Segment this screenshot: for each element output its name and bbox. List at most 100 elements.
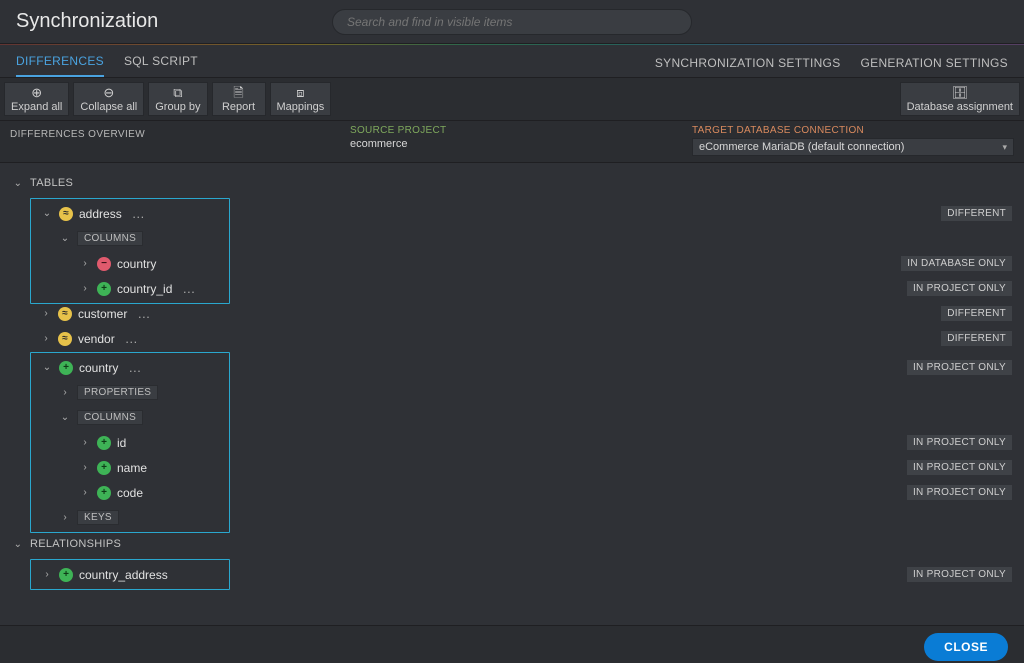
chevron-right-icon: › bbox=[59, 512, 71, 523]
node-label: country bbox=[117, 257, 156, 271]
expand-icon: ⊕ bbox=[31, 86, 42, 99]
columns-tag: COLUMNS bbox=[77, 231, 143, 246]
differences-tree: ⌄ TABLES ⌄ ≈ address … ⌄ COLUMNS › − cou… bbox=[0, 163, 1024, 625]
tab-differences[interactable]: DIFFERENCES bbox=[16, 54, 104, 77]
chevron-down-icon: ⌄ bbox=[59, 412, 71, 423]
tabs-left: DIFFERENCES SQL SCRIPT bbox=[16, 54, 198, 77]
section-relationships[interactable]: ⌄ RELATIONSHIPS bbox=[12, 530, 1012, 558]
status-badge: IN PROJECT ONLY bbox=[907, 485, 1012, 500]
report-label: Report bbox=[222, 101, 255, 113]
chevron-down-icon: ⌄ bbox=[59, 233, 71, 244]
status-badge: IN DATABASE ONLY bbox=[901, 256, 1012, 271]
footer: CLOSE bbox=[0, 625, 1024, 663]
node-label: code bbox=[117, 486, 143, 500]
status-badge: IN PROJECT ONLY bbox=[907, 435, 1012, 450]
more-icon[interactable]: … bbox=[178, 281, 199, 296]
node-label: country bbox=[79, 361, 118, 375]
search-input[interactable] bbox=[332, 9, 692, 35]
properties-tag: PROPERTIES bbox=[77, 385, 158, 400]
badge-row bbox=[12, 226, 1012, 251]
tab-generation-settings[interactable]: GENERATION SETTINGS bbox=[861, 56, 1009, 77]
search-container bbox=[332, 9, 692, 35]
database-assignment-label: Database assignment bbox=[907, 101, 1013, 113]
node-label: vendor bbox=[78, 332, 115, 346]
change-icon: ≈ bbox=[58, 307, 72, 321]
add-icon: + bbox=[97, 486, 111, 500]
keys-tag: KEYS bbox=[77, 510, 119, 525]
page-title: Synchronization bbox=[16, 10, 158, 33]
node-label: country_id bbox=[117, 282, 172, 296]
collapse-all-button[interactable]: ⊖ Collapse all bbox=[73, 82, 144, 116]
tabs-right: SYNCHRONIZATION SETTINGS GENERATION SETT… bbox=[655, 56, 1008, 77]
chevron-right-icon: › bbox=[40, 333, 52, 344]
toolbar: ⊕ Expand all ⊖ Collapse all ⧉ Group by 🗎… bbox=[0, 77, 1024, 121]
chevron-down-icon: ⌄ bbox=[41, 362, 53, 373]
window-header: Synchronization bbox=[0, 0, 1024, 44]
status-badge: DIFFERENT bbox=[941, 331, 1012, 346]
columns-tag: COLUMNS bbox=[77, 410, 143, 425]
report-icon: 🗎 bbox=[233, 86, 243, 99]
mappings-icon: ⧈ bbox=[296, 86, 304, 99]
expand-all-button[interactable]: ⊕ Expand all bbox=[4, 82, 69, 116]
status-badge: IN PROJECT ONLY bbox=[907, 567, 1012, 582]
add-icon: + bbox=[97, 282, 111, 296]
column-node-country-id[interactable]: › + country_id … bbox=[31, 276, 225, 301]
source-project-cell: SOURCE PROJECT ecommerce bbox=[340, 121, 682, 162]
badge-row: IN DATABASE ONLY bbox=[12, 251, 1012, 276]
more-icon[interactable]: … bbox=[121, 331, 142, 346]
node-label: customer bbox=[78, 307, 127, 321]
more-icon[interactable]: … bbox=[124, 360, 145, 375]
section-tables[interactable]: ⌄ TABLES bbox=[12, 169, 1012, 197]
node-label: country_address bbox=[79, 568, 168, 582]
status-badge: DIFFERENT bbox=[941, 206, 1012, 221]
tab-sql-script[interactable]: SQL SCRIPT bbox=[124, 54, 198, 77]
chevron-right-icon: › bbox=[79, 487, 91, 498]
delete-icon: − bbox=[97, 257, 111, 271]
toolbar-spacer bbox=[335, 82, 895, 116]
group-by-button[interactable]: ⧉ Group by bbox=[148, 82, 207, 116]
group-icon: ⧉ bbox=[173, 86, 182, 99]
chevron-down-icon: ▾ bbox=[1002, 142, 1007, 153]
add-icon: + bbox=[97, 461, 111, 475]
status-badge: IN PROJECT ONLY bbox=[907, 281, 1012, 296]
section-relationships-label: RELATIONSHIPS bbox=[30, 538, 121, 550]
more-icon[interactable]: … bbox=[128, 206, 149, 221]
source-project-value: ecommerce bbox=[350, 138, 672, 150]
chevron-right-icon: › bbox=[41, 569, 53, 580]
overview-label: DIFFERENCES OVERVIEW bbox=[10, 125, 330, 140]
chevron-right-icon: › bbox=[79, 462, 91, 473]
section-tables-label: TABLES bbox=[30, 177, 73, 189]
mappings-button[interactable]: ⧈ Mappings bbox=[270, 82, 332, 116]
table-node-vendor[interactable]: › ≈ vendor … DIFFERENT bbox=[12, 326, 1012, 351]
status-badge: DIFFERENT bbox=[941, 306, 1012, 321]
close-button[interactable]: CLOSE bbox=[924, 633, 1008, 661]
database-icon: 🗄 bbox=[952, 86, 969, 99]
node-label: name bbox=[117, 461, 147, 475]
target-connection-cell: TARGET DATABASE CONNECTION eCommerce Mar… bbox=[682, 121, 1024, 162]
report-button[interactable]: 🗎 Report bbox=[212, 82, 266, 116]
collapse-icon: ⊖ bbox=[103, 86, 114, 99]
divider-rainbow bbox=[0, 44, 1024, 45]
add-icon: + bbox=[59, 568, 73, 582]
badge-row: IN PROJECT ONLY bbox=[12, 430, 1012, 455]
database-assignment-button[interactable]: 🗄 Database assignment bbox=[900, 82, 1020, 116]
badge-row bbox=[12, 380, 1012, 405]
node-label: address bbox=[79, 207, 122, 221]
more-icon[interactable]: … bbox=[133, 306, 154, 321]
group-by-label: Group by bbox=[155, 101, 200, 113]
badge-row: IN PROJECT ONLY bbox=[12, 455, 1012, 480]
chevron-right-icon: › bbox=[59, 387, 71, 398]
target-connection-value: eCommerce MariaDB (default connection) bbox=[699, 141, 904, 153]
tabs-row: DIFFERENCES SQL SCRIPT SYNCHRONIZATION S… bbox=[0, 45, 1024, 77]
badge-row bbox=[12, 405, 1012, 430]
add-icon: + bbox=[97, 436, 111, 450]
table-node-customer[interactable]: › ≈ customer … DIFFERENT bbox=[12, 301, 1012, 326]
badge-row: IN PROJECT ONLY bbox=[12, 355, 1012, 380]
tab-sync-settings[interactable]: SYNCHRONIZATION SETTINGS bbox=[655, 56, 841, 77]
status-badge: IN PROJECT ONLY bbox=[907, 360, 1012, 375]
chevron-right-icon: › bbox=[79, 283, 91, 294]
target-connection-select[interactable]: eCommerce MariaDB (default connection) ▾ bbox=[692, 138, 1014, 156]
change-icon: ≈ bbox=[59, 207, 73, 221]
add-icon: + bbox=[59, 361, 73, 375]
meta-row: DIFFERENCES OVERVIEW SOURCE PROJECT ecom… bbox=[0, 121, 1024, 163]
